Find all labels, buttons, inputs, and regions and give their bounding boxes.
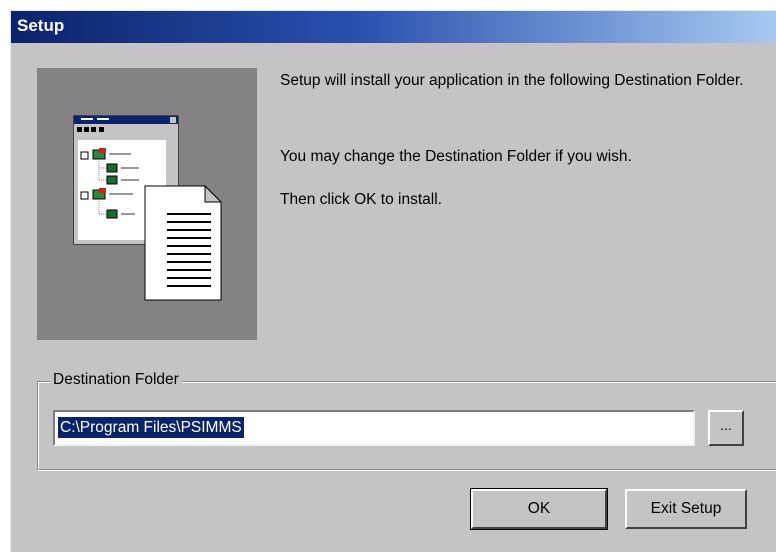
destination-folder-label: Destination Folder bbox=[50, 371, 182, 389]
installer-graphic-icon bbox=[73, 115, 223, 301]
title-bar: Setup bbox=[11, 11, 776, 43]
destination-path-value: C:\Program Files\PSIMMS bbox=[58, 417, 244, 438]
setup-dialog: Setup Setup will install your applicatio… bbox=[10, 10, 776, 552]
window-title: Setup bbox=[17, 16, 65, 35]
exit-setup-button[interactable]: Exit Setup bbox=[625, 489, 747, 529]
ok-button[interactable]: OK bbox=[470, 488, 608, 530]
change-folder-message: You may change the Destination Folder if… bbox=[280, 148, 632, 165]
destination-folder-group: Destination Folder C:\Program Files\PSIM… bbox=[37, 371, 776, 470]
setup-illustration bbox=[37, 68, 257, 340]
install-location-message: Setup will install your application in t… bbox=[280, 72, 744, 89]
browse-button[interactable]: ... bbox=[708, 410, 744, 446]
click-ok-message: Then click OK to install. bbox=[280, 191, 442, 208]
destination-path-input[interactable]: C:\Program Files\PSIMMS bbox=[53, 410, 695, 446]
